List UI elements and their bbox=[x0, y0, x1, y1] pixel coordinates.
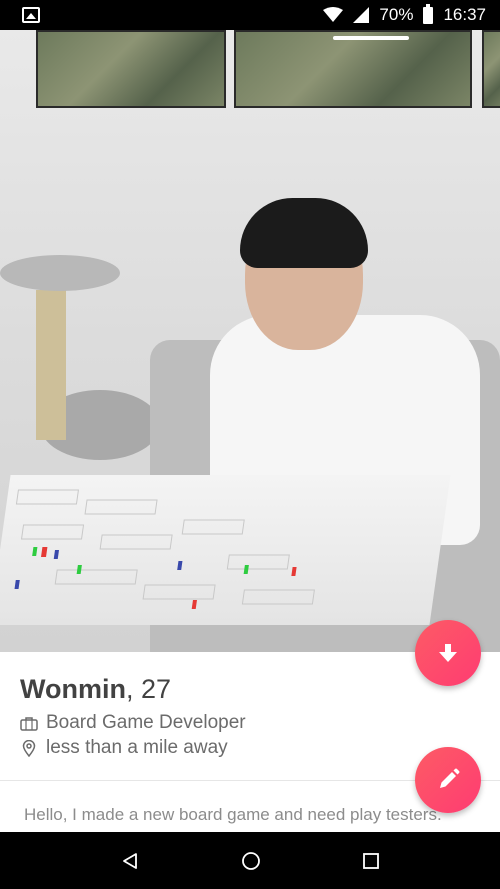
cat-tree bbox=[0, 255, 120, 291]
wall-painting bbox=[234, 30, 472, 108]
signal-icon bbox=[353, 7, 370, 23]
game-table bbox=[0, 475, 451, 625]
status-bar: 70% 16:37 bbox=[0, 0, 500, 30]
arrow-down-icon bbox=[439, 644, 457, 662]
profile-info-card[interactable]: Wonmin, 27 Board Game Developer less tha… bbox=[0, 652, 500, 832]
home-icon[interactable] bbox=[241, 851, 261, 871]
profile-photo[interactable] bbox=[0, 30, 500, 652]
image-icon bbox=[22, 7, 40, 23]
person bbox=[240, 198, 368, 268]
clock: 16:37 bbox=[443, 5, 486, 24]
location-pin-icon bbox=[20, 739, 38, 757]
profile-name: Wonmin bbox=[20, 674, 126, 704]
bio-text: Hello, I made a new board game and need … bbox=[24, 805, 442, 824]
battery-percent: 70% bbox=[379, 5, 414, 24]
distance-text: less than a mile away bbox=[46, 737, 228, 758]
cat-tree bbox=[36, 290, 66, 440]
profile-age: , 27 bbox=[125, 674, 172, 704]
collapse-profile-button[interactable] bbox=[415, 620, 481, 686]
photo-progress-indicator bbox=[333, 36, 409, 40]
job-row: Board Game Developer bbox=[20, 712, 246, 734]
job-title: Board Game Developer bbox=[46, 712, 246, 733]
distance-row: less than a mile away bbox=[20, 737, 228, 759]
wall-painting bbox=[482, 30, 500, 108]
back-icon[interactable] bbox=[120, 851, 140, 871]
system-nav-bar bbox=[0, 832, 500, 889]
pencil-icon bbox=[440, 768, 460, 788]
briefcase-icon bbox=[20, 716, 38, 731]
wall-painting bbox=[36, 30, 226, 108]
battery-icon bbox=[423, 3, 434, 24]
edit-profile-button[interactable] bbox=[415, 747, 481, 813]
recents-icon[interactable] bbox=[362, 852, 380, 870]
wifi-icon bbox=[323, 7, 344, 22]
name-age: Wonmin, 27 bbox=[20, 674, 171, 705]
